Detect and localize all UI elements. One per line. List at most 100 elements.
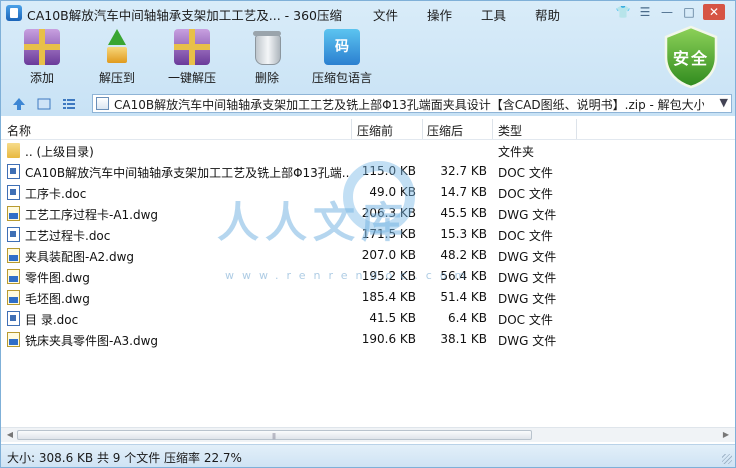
column-separator[interactable] [576, 119, 577, 139]
close-icon[interactable]: ✕ [703, 4, 725, 20]
column-size[interactable]: 压缩前 [357, 122, 393, 139]
file-row[interactable]: 工艺工序过程卡-A1.dwg 206.3 KB 45.5 KB DWG 文件 [1, 203, 735, 224]
main-menu-icon[interactable]: ☰ [637, 4, 653, 20]
column-name[interactable]: 名称 [7, 122, 31, 139]
minimize-icon[interactable]: — [659, 4, 675, 20]
column-separator[interactable] [351, 119, 352, 139]
file-type: DOC 文件 [498, 229, 553, 243]
trash-icon [249, 29, 285, 65]
scroll-right-icon[interactable]: ▶ [719, 429, 733, 441]
file-compressed-size: 32.7 KB [440, 164, 487, 178]
add-button[interactable]: 添加 [7, 27, 77, 86]
address-bar[interactable]: CA10B解放汽车中间轴轴承支架加工工艺及铣上部Φ13孔端面夹具设计【含CAD图… [92, 94, 732, 113]
dwg-file-icon [7, 269, 20, 284]
file-compressed-size: 15.3 KB [440, 227, 487, 241]
address-path: CA10B解放汽车中间轴轴承支架加工工艺及铣上部Φ13孔端面夹具设计【含CAD图… [114, 98, 704, 112]
dwg-file-icon [7, 206, 20, 221]
title-bar: CA10B解放汽车中间轴轴承支架加工工艺及... - 360压缩 文件 操作 工… [1, 1, 735, 25]
window-title: CA10B解放汽车中间轴轴承支架加工工艺及... - 360压缩 [27, 8, 342, 23]
file-name: 工艺过程卡.doc [25, 229, 111, 243]
status-text: 大小: 308.6 KB 共 9 个文件 压缩率 22.7% [7, 451, 242, 465]
add-button-label: 添加 [29, 71, 54, 85]
file-row[interactable]: 夹具装配图-A2.dwg 207.0 KB 48.2 KB DWG 文件 [1, 245, 735, 266]
security-badge-text: 安全 [672, 49, 709, 68]
file-compressed-size: 48.2 KB [440, 248, 487, 262]
file-type: DOC 文件 [498, 187, 553, 201]
one-click-extract-button[interactable]: 一键解压 [157, 27, 227, 86]
column-compressed[interactable]: 压缩后 [427, 122, 463, 139]
file-name: 夹具装配图-A2.dwg [25, 250, 135, 264]
file-type: DWG 文件 [498, 250, 557, 264]
file-row[interactable]: 铣床夹具零件图-A3.dwg 190.6 KB 38.1 KB DWG 文件 [1, 329, 735, 350]
menu-operation[interactable]: 操作 [427, 5, 452, 24]
dwg-file-icon [7, 290, 20, 305]
resize-grip-icon[interactable] [722, 454, 732, 464]
file-row[interactable]: 零件图.dwg 195.2 KB 56.4 KB DWG 文件 [1, 266, 735, 287]
archive-language-button[interactable]: 码 压缩包语言 [307, 27, 377, 86]
doc-file-icon [7, 311, 20, 326]
delete-button[interactable]: 删除 [232, 27, 302, 86]
security-shield-button[interactable]: 安全 [662, 25, 720, 89]
add-archive-icon [24, 29, 60, 65]
navigation-bar: CA10B解放汽车中间轴轴承支架加工工艺及铣上部Φ13孔端面夹具设计【含CAD图… [1, 93, 735, 115]
file-type: 文件夹 [498, 145, 535, 159]
one-click-extract-icon [174, 29, 210, 65]
scroll-left-icon[interactable]: ◀ [3, 429, 17, 441]
file-name: 目 录.doc [25, 313, 79, 327]
file-size: 115.0 KB [361, 164, 416, 178]
thumbnail-view-icon[interactable] [36, 96, 52, 112]
app-logo-icon [6, 5, 22, 21]
file-name: 零件图.dwg [25, 271, 90, 285]
doc-file-icon [7, 185, 20, 200]
file-row-parent[interactable]: .. (上级目录) 文件夹 [1, 140, 735, 161]
menu-file[interactable]: 文件 [373, 5, 398, 24]
list-view-icon[interactable] [61, 96, 77, 112]
file-row[interactable]: 工序卡.doc 49.0 KB 14.7 KB DOC 文件 [1, 182, 735, 203]
dwg-file-icon [7, 332, 20, 347]
file-row[interactable]: 目 录.doc 41.5 KB 6.4 KB DOC 文件 [1, 308, 735, 329]
menu-tools[interactable]: 工具 [481, 5, 506, 24]
one-click-extract-label: 一键解压 [167, 71, 216, 85]
scrollbar-thumb[interactable]: ||| [17, 430, 532, 440]
file-compressed-size: 56.4 KB [440, 269, 487, 283]
doc-file-icon [7, 164, 20, 179]
file-size: 171.5 KB [361, 227, 416, 241]
file-size: 207.0 KB [361, 248, 416, 262]
maximize-icon[interactable]: □ [681, 4, 697, 20]
file-name: 毛坯图.dwg [25, 292, 90, 306]
extract-to-button[interactable]: 解压到 [82, 27, 152, 86]
status-bar: 大小: 308.6 KB 共 9 个文件 压缩率 22.7% [1, 444, 735, 467]
chevron-down-icon[interactable]: ▼ [720, 96, 728, 109]
file-name: 工艺工序过程卡-A1.dwg [25, 208, 159, 222]
file-size: 49.0 KB [369, 185, 416, 199]
file-type: DOC 文件 [498, 166, 553, 180]
menu-bar: 文件 操作 工具 帮助 [373, 5, 589, 24]
file-row[interactable]: 工艺过程卡.doc 171.5 KB 15.3 KB DOC 文件 [1, 224, 735, 245]
extract-to-label: 解压到 [98, 71, 135, 85]
grip-icon: ||| [272, 433, 276, 440]
extract-to-icon [99, 29, 135, 65]
doc-file-icon [7, 227, 20, 242]
menu-help[interactable]: 帮助 [535, 5, 560, 24]
archive-language-label: 压缩包语言 [311, 71, 372, 85]
file-name: 铣床夹具零件图-A3.dwg [25, 334, 159, 348]
file-size: 190.6 KB [361, 332, 416, 346]
file-row[interactable]: CA10B解放汽车中间轴轴承支架加工工艺及铣上部Φ13孔端... 115.0 K… [1, 161, 735, 182]
column-type[interactable]: 类型 [498, 122, 522, 139]
file-compressed-size: 51.4 KB [440, 290, 487, 304]
skin-icon[interactable]: 👕 [615, 4, 631, 20]
up-level-icon[interactable] [11, 96, 27, 112]
file-type: DWG 文件 [498, 208, 557, 222]
file-size: 195.2 KB [361, 269, 416, 283]
file-row[interactable]: 毛坯图.dwg 185.4 KB 51.4 KB DWG 文件 [1, 287, 735, 308]
file-compressed-size: 38.1 KB [440, 332, 487, 346]
toolbar: 添加 解压到 一键解压 删除 码 压缩包语言 [1, 27, 735, 89]
file-type: DWG 文件 [498, 292, 557, 306]
column-separator[interactable] [492, 119, 493, 139]
column-separator[interactable] [422, 119, 423, 139]
window-controls: 👕 ☰ — □ ✕ [615, 4, 725, 20]
delete-label: 删除 [254, 71, 279, 85]
horizontal-scrollbar[interactable]: ◀ ||| ▶ [1, 427, 735, 442]
file-type: DOC 文件 [498, 313, 553, 327]
file-size: 185.4 KB [361, 290, 416, 304]
